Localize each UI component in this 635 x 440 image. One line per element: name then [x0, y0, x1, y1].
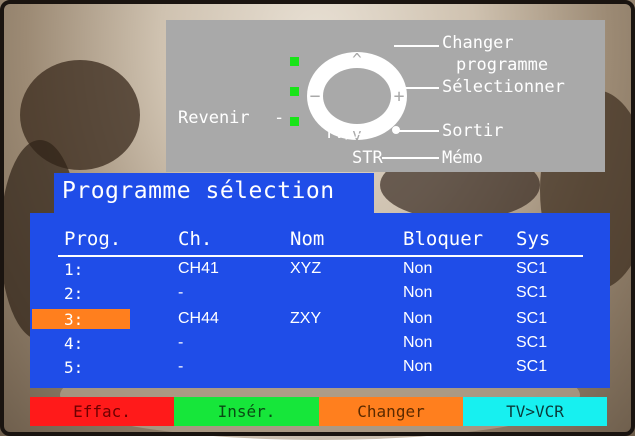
row-ch: CH41: [178, 260, 219, 277]
svg-text:+: +: [394, 86, 405, 107]
tv-vcr-button[interactable]: TV>VCR: [463, 397, 607, 426]
green-indicator: [290, 117, 299, 126]
row-nom: ZXY: [290, 310, 322, 327]
row-bloquer: Non: [403, 260, 433, 277]
connector-line: [402, 87, 439, 89]
row-bloquer: Non: [403, 358, 433, 375]
row-bloquer: Non: [403, 284, 433, 301]
row-bloquer: Non: [403, 310, 433, 327]
row-sys: SC1: [516, 260, 548, 277]
connector-line: [382, 157, 439, 159]
help-label-selectionner: Sélectionner: [442, 77, 565, 97]
bullet-icon: [392, 126, 400, 134]
page-title: Programme sélection: [62, 178, 335, 204]
col-header-ch: Ch.: [178, 228, 213, 250]
connector-line: [394, 45, 439, 47]
help-label-sortir: Sortir: [442, 121, 504, 141]
svg-text:−: −: [310, 86, 321, 107]
row-ch: -: [178, 284, 184, 301]
row-sys: SC1: [516, 284, 548, 301]
effacer-button[interactable]: Effac.: [30, 397, 174, 426]
col-header-bloquer: Bloquer: [403, 228, 484, 250]
changer-button[interactable]: Changer: [319, 397, 463, 426]
header-divider: [58, 255, 583, 257]
help-label-revenir: Revenir: [178, 108, 250, 128]
col-header-prog: Prog.: [64, 228, 122, 250]
green-indicator: [290, 57, 299, 66]
row-sys: SC1: [516, 334, 548, 351]
col-header-nom: Nom: [290, 228, 325, 250]
row-prog: 3:: [64, 310, 84, 329]
col-header-sys: Sys: [516, 228, 551, 250]
svg-text:^: ^: [352, 50, 362, 69]
row-sys: SC1: [516, 358, 548, 375]
row-prog: 2:: [64, 284, 84, 303]
row-prog: 5:: [64, 358, 84, 377]
help-dash: -: [274, 108, 285, 128]
green-indicator: [290, 87, 299, 96]
row-ch: -: [178, 334, 184, 351]
row-nom: XYZ: [290, 260, 322, 277]
row-bloquer: Non: [403, 334, 433, 351]
remote-help-panel: ^ v − + Changer programme Sélectionner R…: [166, 20, 605, 172]
help-label-str: STR: [352, 148, 383, 168]
help-label-programme: programme: [456, 55, 549, 75]
connector-line: [396, 130, 439, 132]
row-ch: -: [178, 358, 184, 375]
inserer-button[interactable]: Insér.: [174, 397, 319, 426]
help-label-tvav: TV/AV: [324, 123, 376, 143]
help-label-memo: Mémo: [442, 148, 483, 168]
row-ch: CH44: [178, 310, 219, 327]
row-sys: SC1: [516, 310, 548, 327]
help-label-changer: Changer: [442, 33, 514, 53]
row-prog: 4:: [64, 334, 84, 353]
row-prog: 1:: [64, 260, 84, 279]
